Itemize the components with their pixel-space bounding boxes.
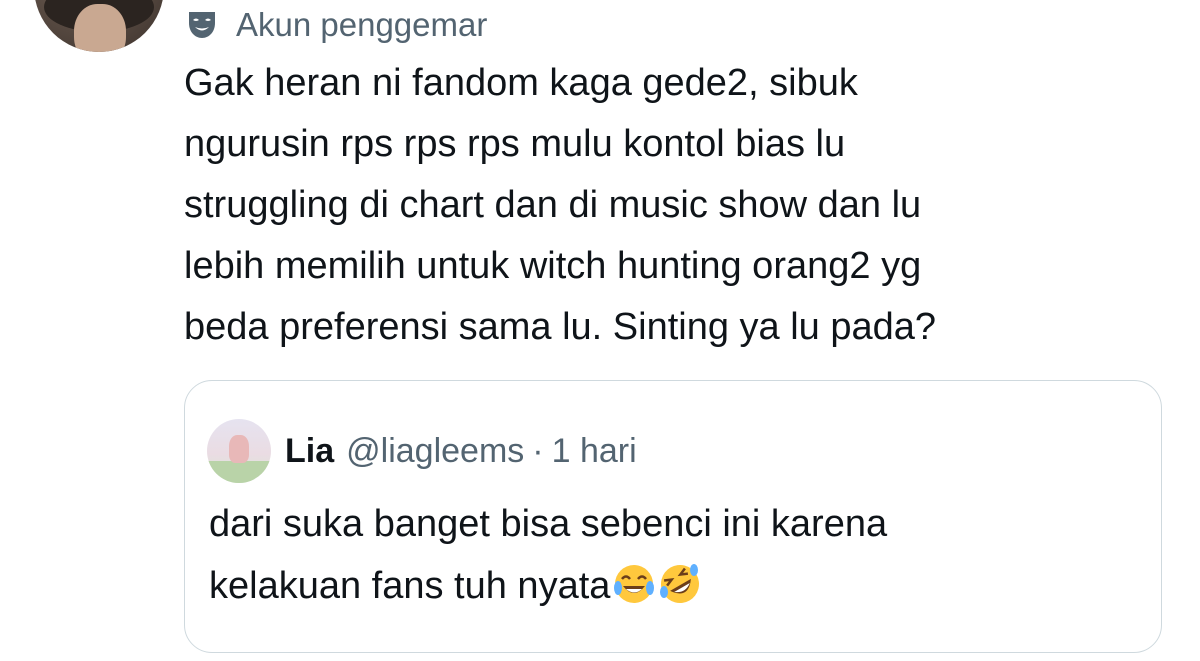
user-avatar[interactable] bbox=[34, 0, 164, 52]
tweet-text: Gak heran ni fandom kaga gede2, sibuk ng… bbox=[184, 62, 937, 348]
quoted-tweet-text-block: dari suka banget bisa sebenci ini karena… bbox=[209, 493, 887, 617]
fan-account-label: Akun penggemar bbox=[236, 6, 488, 43]
quoted-user-name[interactable]: Lia bbox=[285, 432, 334, 471]
quoted-user-avatar[interactable] bbox=[207, 419, 271, 483]
separator-dot: · bbox=[532, 431, 544, 470]
quoted-tweet-header: Lia @liagleems · 1 hari bbox=[207, 419, 637, 483]
quoted-user-handle[interactable]: @liagleems bbox=[346, 432, 524, 471]
quoted-tweet-card[interactable]: Lia @liagleems · 1 hari dari suka banget… bbox=[184, 380, 1162, 653]
quoted-tweet-text: dari suka banget bisa sebenci ini karena… bbox=[209, 503, 888, 607]
tweet-body: Akun penggemar Gak heran ni fandom kaga … bbox=[184, 0, 1174, 358]
avatar-ground bbox=[207, 461, 271, 483]
avatar-face bbox=[74, 4, 126, 52]
avatar-figure bbox=[229, 435, 249, 463]
mask-icon bbox=[189, 12, 215, 38]
rolling-on-floor-laughing-emoji bbox=[660, 564, 700, 603]
quoted-tweet-time[interactable]: 1 hari bbox=[552, 432, 637, 471]
tears-of-joy-emoji bbox=[614, 565, 655, 603]
fan-account-badge: Akun penggemar bbox=[184, 0, 1174, 51]
